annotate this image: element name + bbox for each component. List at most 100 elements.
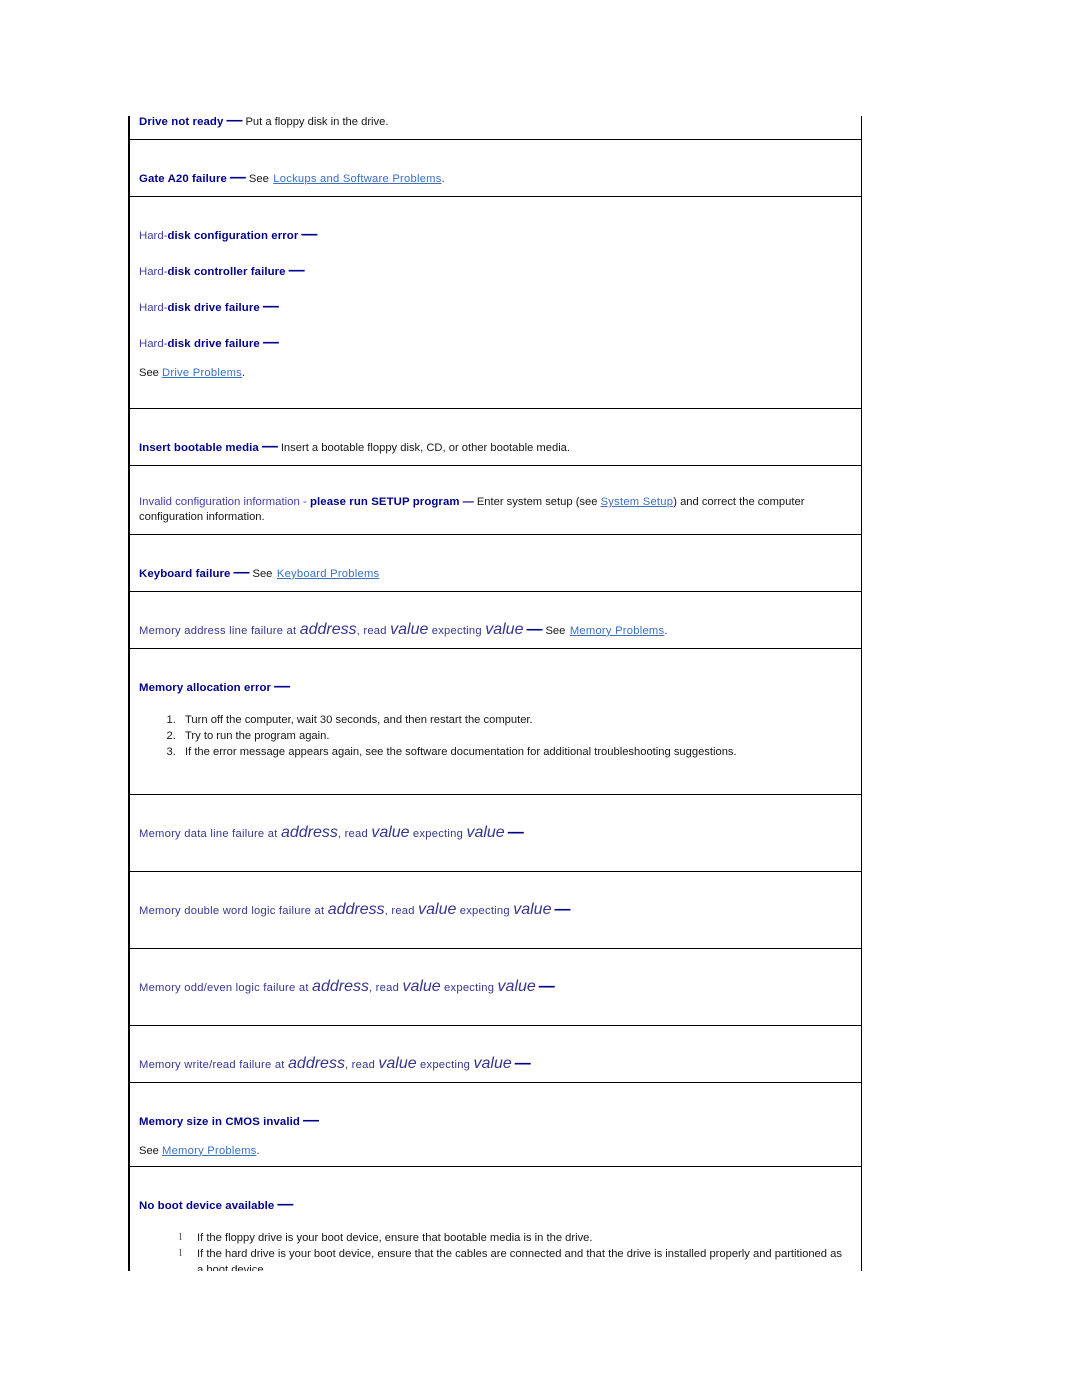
entry-body-part-1: Enter system setup (see xyxy=(476,496,601,508)
link-memory-problems[interactable]: Memory Problems xyxy=(570,625,665,637)
em-dash: — xyxy=(507,823,524,841)
entry-memory-odd-even-logic-failure: Memory odd/even logic failure at address… xyxy=(128,947,862,1026)
link-system-setup[interactable]: System Setup xyxy=(601,496,674,508)
term-line: Hard-disk drive failure — xyxy=(139,298,851,316)
table-row: Hard-disk configuration error — Hard-disk… xyxy=(128,196,862,409)
em-dash: — xyxy=(262,298,279,315)
term-prefix: Hard- xyxy=(139,266,168,278)
row-leading-gap xyxy=(139,418,851,438)
message-part-3: expecting xyxy=(428,624,486,637)
row-trailing-gap xyxy=(139,842,851,862)
em-dash: — xyxy=(526,620,543,638)
numbered-step-list: Turn off the computer, wait 30 seconds, … xyxy=(139,712,851,761)
term-prefix: Hard- xyxy=(139,302,168,314)
term-label: No boot device available xyxy=(139,1199,275,1212)
message-part-2: , read xyxy=(337,827,372,840)
term-label: disk drive failure xyxy=(167,302,260,314)
row-trailing-gap xyxy=(139,919,851,939)
message-part-2: , read xyxy=(368,981,403,994)
term-prefix: Invalid configuration information - xyxy=(139,496,310,508)
row-leading-gap xyxy=(139,881,851,901)
list-item-text: If the hard drive is your boot device, e… xyxy=(197,1247,842,1271)
variable-address: address xyxy=(288,1054,345,1072)
list-item: Try to run the program again. xyxy=(179,728,851,744)
variable-value: value xyxy=(485,620,524,638)
message-part-1: Memory odd/even logic failure at xyxy=(139,981,313,994)
see-text: See xyxy=(252,567,273,580)
entry-body: Put a floppy disk in the drive. xyxy=(245,116,389,128)
term-prefix: Hard- xyxy=(139,338,168,350)
link-keyboard-problems[interactable]: Keyboard Problems xyxy=(277,568,380,580)
table-row: Memory allocation error— Turn off the co… xyxy=(128,647,862,795)
table-row: Keyboard failure — See Keyboard Problems xyxy=(128,533,862,592)
table-row: No boot device available — l If the floppy… xyxy=(128,1165,862,1271)
em-dash: — xyxy=(288,262,305,279)
link-lockups-and-software-problems[interactable]: Lockups and Software Problems xyxy=(273,173,441,185)
list-item: l If the hard drive is your boot device, … xyxy=(179,1246,851,1271)
row-leading-gap xyxy=(139,206,851,226)
list-item-text: If the floppy drive is your boot device,… xyxy=(197,1231,593,1244)
em-dash: — xyxy=(233,563,250,581)
term-line: Hard-disk drive failure — xyxy=(139,334,851,352)
variable-address: address xyxy=(299,620,357,638)
term-line: No boot device available — xyxy=(139,1196,851,1214)
see-text: See xyxy=(139,1144,159,1157)
message-part-1: Memory address line failure at xyxy=(139,624,300,637)
see-text: See xyxy=(545,624,566,637)
variable-value: value xyxy=(418,900,457,918)
table-row: Memory write/read failure at address, re… xyxy=(128,1024,862,1083)
variable-address: address xyxy=(280,823,338,841)
entry-memory-address-line-failure: Memory address line failure at address, … xyxy=(128,590,862,649)
entry-hard-disk-failures: Hard-disk configuration error — Hard-disk… xyxy=(128,196,862,409)
table-row: Memory size in CMOS invalid — See Memory … xyxy=(128,1081,862,1167)
entry-gate-a20-failure: Gate A20 failure — See Lockups and Softwar… xyxy=(128,139,862,197)
row-leading-gap xyxy=(139,658,851,678)
variable-value: value xyxy=(466,823,505,841)
message-part-2: , read xyxy=(384,904,419,917)
variable-value: value xyxy=(402,977,441,995)
see-text: See xyxy=(139,367,159,379)
em-dash: — xyxy=(302,1111,319,1129)
term-line: Hard-disk configuration error — xyxy=(139,226,851,244)
message-part-3: expecting xyxy=(456,904,514,917)
entry-drive-not-ready: Drive not ready — Put a floppy disk in the… xyxy=(128,116,862,140)
link-memory-problems[interactable]: Memory Problems xyxy=(162,1145,257,1157)
term-line: Hard-disk controller failure — xyxy=(139,262,851,280)
entry-no-boot-device-available: No boot device available — l If the floppy… xyxy=(128,1165,862,1271)
em-dash: — xyxy=(261,438,278,455)
row-leading-gap xyxy=(139,1176,851,1196)
period: . xyxy=(241,367,246,379)
entry-insert-bootable-media: Insert bootable media — Insert a bootable … xyxy=(128,408,862,466)
table-row: Drive not ready — Put a floppy disk in the… xyxy=(128,116,862,140)
document-page: Drive not ready — Put a floppy disk in the… xyxy=(0,0,1080,1397)
term-line: Memory allocation error — xyxy=(139,678,851,696)
variable-address: address xyxy=(327,900,385,918)
entry-memory-allocation-error: Memory allocation error— Turn off the co… xyxy=(128,647,862,795)
entry-memory-write-read-failure: Memory write/read failure at address, re… xyxy=(128,1024,862,1083)
em-dash: — xyxy=(274,677,291,695)
em-dash: — xyxy=(277,1195,294,1213)
em-dash: — xyxy=(229,169,246,186)
term-prefix: Hard- xyxy=(139,230,168,242)
bullet-icon: l xyxy=(179,1230,183,1243)
list-item: Turn off the computer, wait 30 seconds, … xyxy=(179,712,851,728)
row-trailing-gap xyxy=(139,996,851,1016)
table-row: Invalid configuration information - plea… xyxy=(128,465,862,535)
em-dash: — xyxy=(514,1054,531,1072)
variable-value: value xyxy=(473,1054,512,1072)
entry-memory-size-in-cmos-invalid: Memory size in CMOS invalid — See Memory … xyxy=(128,1081,862,1167)
term-label: disk drive failure xyxy=(167,338,260,350)
variable-value: value xyxy=(378,1054,417,1072)
entry-memory-data-line-failure: Memory data line failure at address, rea… xyxy=(128,793,862,872)
period: . xyxy=(664,624,668,637)
em-dash: — xyxy=(554,900,571,918)
row-trailing-gap xyxy=(139,765,851,785)
bullet-list: l If the floppy drive is your boot device… xyxy=(139,1230,851,1271)
list-item: l If the floppy drive is your boot device… xyxy=(179,1230,851,1246)
term-label: Memory size in CMOS invalid xyxy=(139,1115,300,1128)
row-leading-gap xyxy=(139,804,851,824)
row-leading-gap xyxy=(139,544,851,564)
table-row: Gate A20 failure — See Lockups and Softwar… xyxy=(128,139,862,197)
variable-value: value xyxy=(371,823,410,841)
link-drive-problems[interactable]: Drive Problems xyxy=(162,367,242,379)
